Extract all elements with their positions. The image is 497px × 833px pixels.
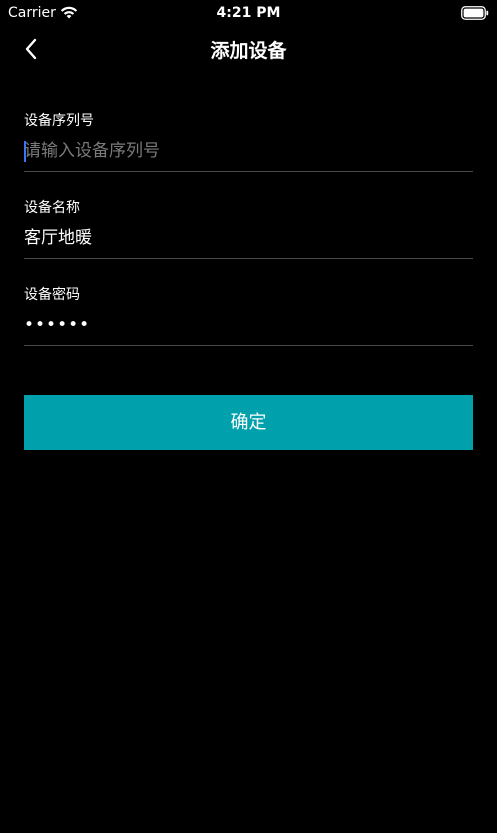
name-label: 设备名称 <box>24 200 80 216</box>
password-field: 设备密码 •••••• <box>24 285 473 349</box>
serial-field: 设备序列号 <box>24 111 473 175</box>
serial-input[interactable] <box>24 138 473 164</box>
name-input[interactable]: 客厅地暖 <box>24 225 92 251</box>
name-field: 设备名称 客厅地暖 <box>24 198 473 262</box>
divider <box>24 171 473 172</box>
page-title: 添加设备 <box>210 40 287 62</box>
divider <box>24 345 473 346</box>
battery-full-icon <box>461 5 489 20</box>
divider <box>24 258 473 259</box>
navigation-bar: 添加设备 <box>0 26 497 76</box>
status-time: 4:21 PM <box>216 5 281 21</box>
status-bar: Carrier 4:21 PM <box>0 0 497 26</box>
password-label: 设备密码 <box>24 287 80 303</box>
confirm-button[interactable]: 确定 <box>24 395 473 450</box>
serial-label: 设备序列号 <box>24 113 94 129</box>
password-input[interactable]: •••••• <box>24 312 90 338</box>
